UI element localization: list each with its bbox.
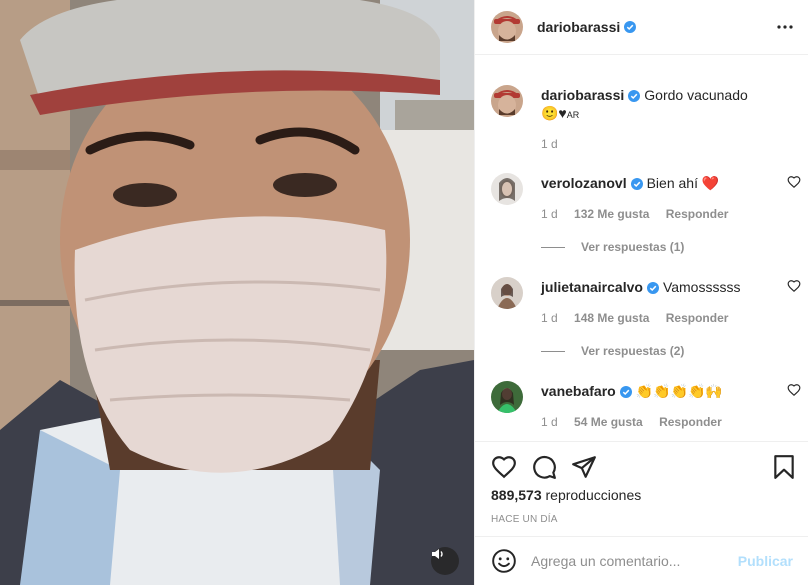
heart-icon[interactable] xyxy=(787,175,801,189)
heart-icon[interactable] xyxy=(787,383,801,397)
verified-badge-icon xyxy=(624,21,637,33)
post-video[interactable] xyxy=(0,0,474,585)
caption-username[interactable]: dariobarassi xyxy=(541,87,624,103)
comment-icon[interactable] xyxy=(531,454,557,480)
comment-emoji: ❤️ xyxy=(701,175,720,191)
publish-button[interactable]: Publicar xyxy=(738,553,793,569)
author-avatar[interactable] xyxy=(491,85,523,117)
add-comment-bar: Publicar xyxy=(475,536,808,585)
caption-emoji: 🙂♥ xyxy=(541,105,567,121)
smiley-icon[interactable] xyxy=(491,548,517,574)
comment-username[interactable]: verolozanovl xyxy=(541,175,627,191)
video-frame xyxy=(0,0,474,585)
commenter-avatar[interactable] xyxy=(491,173,523,205)
heart-icon[interactable] xyxy=(491,454,517,480)
author-username[interactable]: dariobarassi xyxy=(537,19,620,35)
views-number: 889,573 xyxy=(491,487,542,503)
post-side-panel: dariobarassi dariobarassi Gordo vacunado… xyxy=(474,0,808,585)
comment-text: Bien ahí xyxy=(646,175,698,191)
more-options-button[interactable] xyxy=(777,18,793,36)
views-label: reproducciones xyxy=(545,487,642,503)
comment-likes[interactable]: 148 Me gusta xyxy=(574,311,649,325)
comment-time[interactable]: 1 d xyxy=(541,207,558,221)
sound-toggle-button[interactable] xyxy=(431,547,459,575)
reply-button[interactable]: Responder xyxy=(659,415,722,429)
author-avatar[interactable] xyxy=(491,11,523,43)
view-replies-button[interactable]: Ver respuestas (2) xyxy=(541,344,684,358)
verified-badge-icon xyxy=(628,90,641,102)
post-timestamp[interactable]: HACE UN DÍA xyxy=(491,514,558,525)
send-icon[interactable] xyxy=(571,454,597,480)
comment-text: Vamossssss xyxy=(662,279,741,295)
comment-username[interactable]: vanebafaro xyxy=(541,383,616,399)
comment-emoji: 👏👏👏👏🙌 xyxy=(635,383,723,399)
commenter-avatar[interactable] xyxy=(491,381,523,413)
more-icon xyxy=(777,25,793,29)
comment-input[interactable] xyxy=(531,553,738,569)
comment-time[interactable]: 1 d xyxy=(541,311,558,325)
comment-likes[interactable]: 132 Me gusta xyxy=(574,207,649,221)
caption-text: Gordo vacunado xyxy=(644,87,748,103)
verified-badge-icon xyxy=(630,178,643,190)
verified-badge-icon xyxy=(646,282,659,294)
comment-likes[interactable]: 54 Me gusta xyxy=(574,415,643,429)
view-replies-button[interactable]: Ver respuestas (1) xyxy=(541,240,684,254)
comments-list[interactable]: dariobarassi Gordo vacunado 🙂♥AR 1 d vero… xyxy=(475,55,808,441)
comment-username[interactable]: julietanaircalvo xyxy=(541,279,643,295)
bookmark-icon[interactable] xyxy=(771,454,797,480)
heart-icon[interactable] xyxy=(787,279,801,293)
caption-suffix: AR xyxy=(566,110,580,120)
commenter-avatar[interactable] xyxy=(491,277,523,309)
caption-time[interactable]: 1 d xyxy=(541,137,558,151)
speaker-icon xyxy=(432,549,443,559)
comment-time[interactable]: 1 d xyxy=(541,415,558,429)
views-count[interactable]: 889,573 reproducciones xyxy=(491,487,641,503)
reply-button[interactable]: Responder xyxy=(666,311,729,325)
verified-badge-icon xyxy=(619,386,632,398)
reply-button[interactable]: Responder xyxy=(666,207,729,221)
post-header: dariobarassi xyxy=(475,0,808,55)
post-actions: 889,573 reproducciones HACE UN DÍA xyxy=(475,441,808,536)
